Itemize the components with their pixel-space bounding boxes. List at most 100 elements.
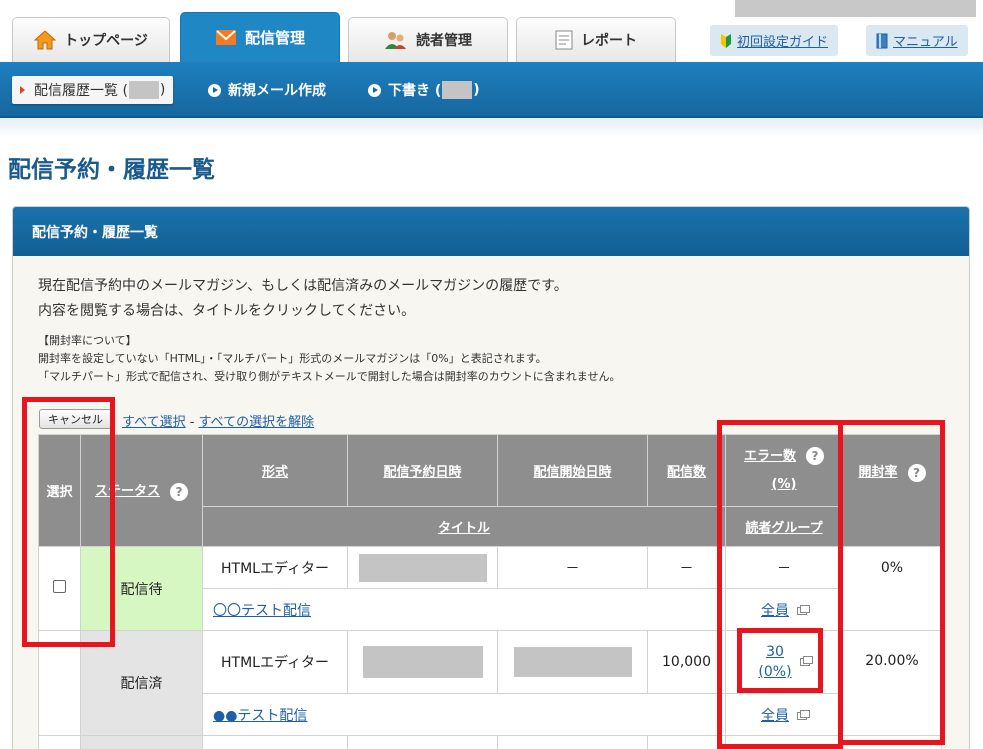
subnav-shadow	[0, 118, 983, 138]
page-title: 配信予約・履歴一覧	[8, 157, 215, 183]
play-circle-icon	[208, 83, 221, 97]
tab-delivery-management[interactable]: 配信管理	[180, 12, 340, 62]
help-icon[interactable]: ?	[806, 447, 824, 465]
status-cell: 配信待	[80, 546, 203, 631]
group-sort-link[interactable]: 読者グループ	[745, 521, 822, 536]
group-link[interactable]: 全員	[761, 708, 789, 724]
tab-delivery-management-label: 配信管理	[244, 29, 305, 47]
scheduled-cell	[347, 546, 498, 589]
scheduled-cell	[347, 735, 498, 749]
started-sort-link[interactable]: 配信開始日時	[533, 465, 611, 480]
play-circle-icon	[368, 83, 381, 97]
redacted-count	[128, 81, 159, 99]
count-cell	[647, 735, 726, 749]
description-line-1: 現在配信予約中のメールマガジン、もしくは配信済みのメールマガジンの履歴です。	[38, 278, 568, 294]
col-format[interactable]: 形式	[202, 434, 348, 507]
col-errors[interactable]: エラー数? (%)	[725, 434, 843, 507]
draft-suffix: )	[473, 82, 480, 98]
col-started[interactable]: 配信開始日時	[497, 434, 648, 507]
help-icon[interactable]: ?	[907, 463, 926, 482]
open-window-icon[interactable]	[797, 709, 810, 720]
scheduled-sort-link[interactable]: 配信予約日時	[383, 465, 461, 480]
subnav-drafts[interactable]: 下書き ( )	[368, 75, 480, 105]
format-cell: HTMLエディター	[202, 546, 348, 589]
note-line-2: 「マルチパート」形式で配信され、受け取り側がテキストメールで開封した場合は開封率…	[38, 370, 621, 383]
new-mail-label: 新規メール作成	[228, 83, 326, 99]
title-sort-link[interactable]: タイトル	[438, 521, 490, 536]
count-cell: 10,000	[647, 630, 726, 694]
table-header-row: 選択 ステータス? 形式 配信予約日時 配信開始日時 配信数 エラー数? (%)…	[38, 434, 943, 547]
cancel-button[interactable]: キャンセル	[39, 409, 112, 429]
tab-top-page-label: トップページ	[64, 33, 148, 49]
open-rate-note: 【開封率について】 開封率を設定していない「HTML」・「マルチパート」形式のメ…	[38, 332, 620, 386]
count-sort-link[interactable]: 配信数	[667, 465, 706, 480]
col-count[interactable]: 配信数	[647, 434, 726, 507]
manual-link[interactable]: マニュアル	[866, 25, 968, 56]
select-all-link[interactable]: すべて選択	[122, 415, 186, 430]
col-status[interactable]: ステータス?	[80, 434, 203, 547]
report-icon	[555, 30, 573, 50]
select-cell	[38, 546, 81, 631]
mail-icon	[215, 29, 237, 46]
open-window-icon[interactable]	[797, 604, 810, 615]
table-row	[38, 735, 943, 749]
arrow-right-icon	[20, 86, 25, 94]
group-link[interactable]: 全員	[761, 603, 789, 619]
select-cell	[38, 735, 81, 749]
row-checkbox[interactable]	[53, 580, 66, 593]
mail-title-link[interactable]: ●●テスト配信	[213, 708, 307, 724]
redacted-datetime	[362, 646, 483, 678]
status-cell: 配信済	[80, 630, 203, 736]
errors-empty-cell	[941, 588, 943, 631]
open-rate-cell	[842, 735, 942, 749]
users-icon	[384, 30, 408, 50]
open-rate-sort-link[interactable]: 開封率	[858, 465, 897, 480]
format-cell: HTMLエディター	[202, 630, 348, 694]
selection-links: すべて選択 - すべての選択を解除	[122, 411, 314, 430]
select-cell	[38, 630, 81, 736]
col-title[interactable]: タイトル	[202, 506, 726, 547]
mail-title-link[interactable]: 〇〇テスト配信	[213, 603, 311, 619]
subnav-delivery-history[interactable]: 配信履歴一覧 ( )	[12, 76, 174, 104]
beginner-mark-icon	[720, 33, 732, 49]
table-row: 配信待 HTMLエディター － － － 0%	[38, 546, 943, 631]
errors-cell: 30 (0%)	[725, 630, 843, 694]
note-line-1: 開封率を設定していない「HTML」・「マルチパート」形式のメールマガジンは「0%…	[38, 352, 547, 365]
tab-reader-management[interactable]: 読者管理	[348, 17, 508, 62]
redacted-block	[735, 0, 976, 17]
home-icon	[34, 30, 57, 50]
col-select: 選択	[38, 434, 81, 547]
errors-sort-link[interactable]: エラー数	[744, 449, 796, 464]
tab-reader-management-label: 読者管理	[416, 33, 472, 49]
format-cell	[202, 735, 348, 749]
error-count-link[interactable]: 30	[766, 644, 784, 660]
errors-pct-link[interactable]: (%)	[772, 477, 797, 492]
started-cell: －	[497, 546, 648, 589]
deselect-all-link[interactable]: すべての選択を解除	[199, 415, 315, 430]
title-cell: ●●テスト配信	[202, 693, 726, 736]
open-window-icon[interactable]	[799, 656, 813, 666]
col-open-rate[interactable]: 開封率?	[842, 434, 942, 547]
col-scheduled[interactable]: 配信予約日時	[347, 434, 498, 507]
initial-setup-guide-link[interactable]: 初回設定ガイド	[710, 25, 839, 56]
error-pct-link[interactable]: (0%)	[758, 664, 791, 680]
col-group[interactable]: 読者グループ	[725, 506, 843, 547]
sub-navigation: 配信履歴一覧 ( ) 新規メール作成 下書き ( )	[0, 62, 983, 118]
title-cell: 〇〇テスト配信	[202, 588, 726, 631]
group-cell: 全員	[725, 588, 843, 631]
tab-top-page[interactable]: トップページ	[12, 17, 170, 62]
tab-report-label: レポート	[581, 33, 637, 49]
format-sort-link[interactable]: 形式	[262, 465, 288, 480]
errors-cell: －	[725, 546, 843, 589]
scheduled-cell	[347, 630, 498, 694]
subnav-new-mail[interactable]: 新規メール作成	[208, 75, 326, 105]
errors-cell	[725, 735, 843, 749]
status-sort-link[interactable]: ステータス	[95, 484, 160, 499]
panel-description: 現在配信予約中のメールマガジン、もしくは配信済みのメールマガジンの履歴です。 内…	[38, 274, 568, 324]
description-line-2: 内容を閲覧する場合は、タイトルをクリックしてください。	[38, 303, 416, 319]
tab-report[interactable]: レポート	[516, 17, 676, 62]
started-cell	[497, 735, 648, 749]
table-row: 配信済 HTMLエディター 10,000 30 (0%) 20.00%	[38, 630, 943, 736]
status-cell	[80, 735, 203, 749]
help-icon[interactable]: ?	[170, 482, 188, 501]
